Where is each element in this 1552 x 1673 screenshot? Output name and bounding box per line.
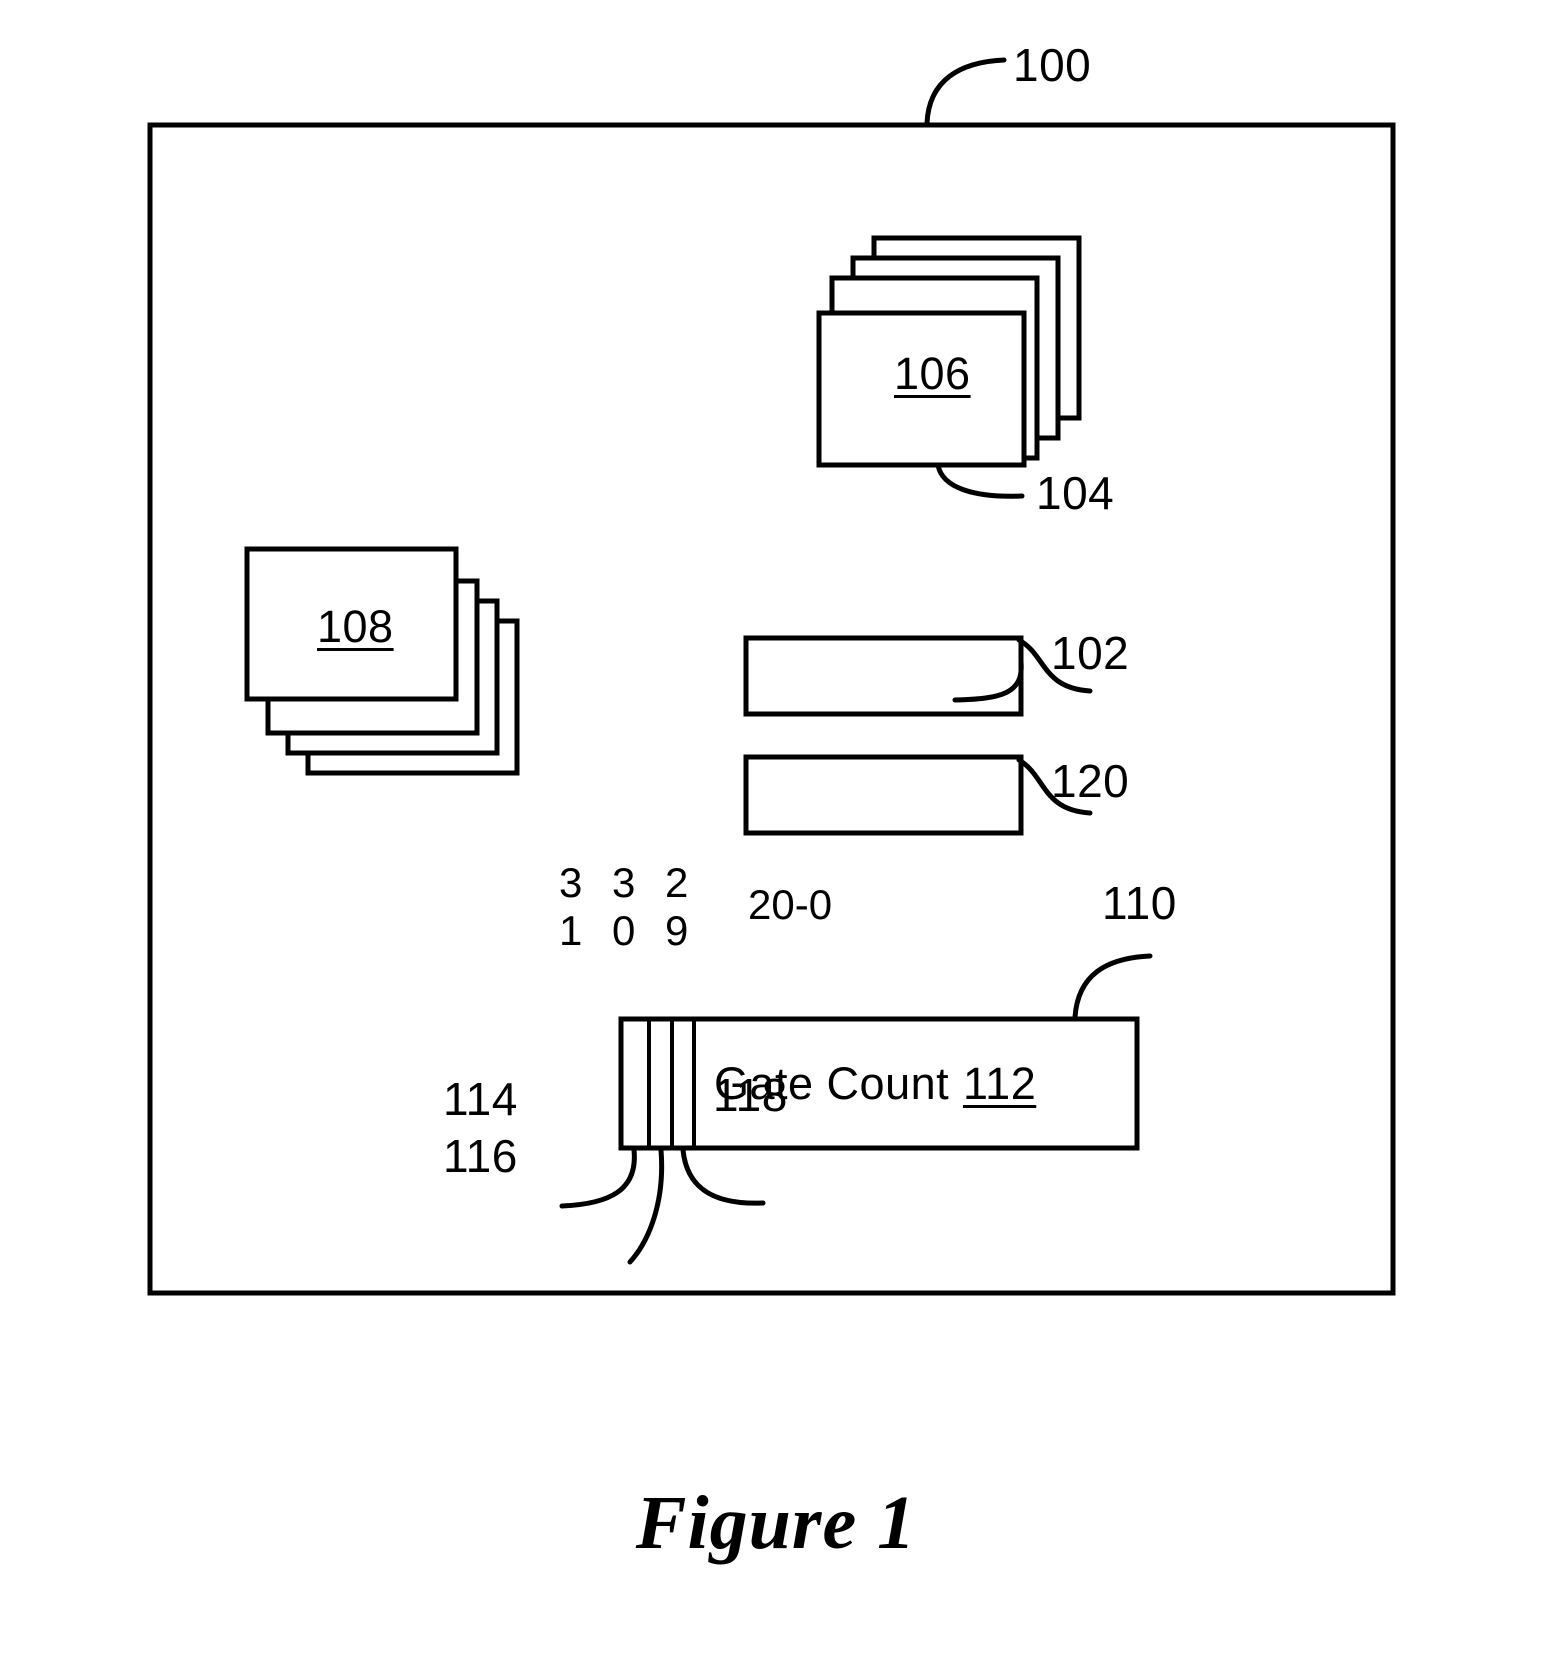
- stack-label-106: 106: [894, 348, 971, 399]
- register-bit-numbers-top: 3 3 2: [559, 859, 698, 906]
- figure-caption: Figure 1: [635, 1481, 917, 1565]
- register-field-ref-112: 112: [963, 1058, 1037, 1109]
- ref-label-114: 114: [443, 1073, 518, 1125]
- leader-line-104: [935, 462, 1025, 499]
- leader-line-100: [924, 57, 1007, 126]
- patent-figure: 100 106 104 108 102 120 3 3 2 1 0 9 20-0…: [0, 0, 1552, 1673]
- ref-label-110: 110: [1102, 877, 1177, 929]
- register-bit-range: 20-0: [748, 881, 833, 928]
- ref-label-120: 120: [1051, 755, 1130, 807]
- stack-label-108: 108: [317, 601, 394, 652]
- ref-label-118: 118: [713, 1069, 788, 1121]
- register-bit-numbers-bottom: 1 0 9: [559, 907, 698, 954]
- ref-label-104: 104: [1036, 467, 1115, 519]
- bar-rect-102: [743, 635, 1024, 717]
- leader-line-118: [680, 1147, 766, 1206]
- bar-rect-120: [743, 754, 1024, 836]
- leader-line-114: [559, 1147, 637, 1209]
- ref-label-102: 102: [1051, 627, 1130, 679]
- leader-line-110: [1072, 953, 1153, 1020]
- figure-canvas: [147, 57, 1396, 1296]
- ref-label-100: 100: [1013, 39, 1092, 91]
- page-stack-108: [244, 546, 520, 776]
- ref-label-116: 116: [443, 1130, 518, 1182]
